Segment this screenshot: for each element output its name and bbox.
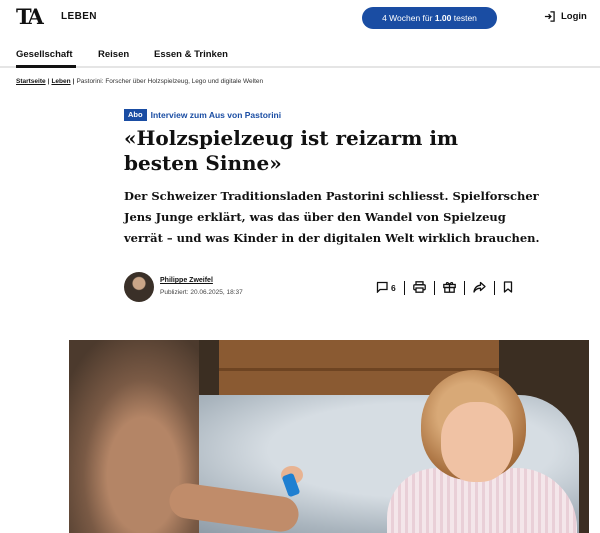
nav-active-indicator bbox=[16, 65, 76, 68]
section-label[interactable]: LEBEN bbox=[61, 11, 97, 22]
nav-item-gesellschaft[interactable]: Gesellschaft bbox=[16, 49, 73, 60]
nav-item-essen-trinken[interactable]: Essen & Trinken bbox=[154, 49, 228, 60]
gift-button[interactable] bbox=[435, 280, 464, 296]
breadcrumb-home[interactable]: Startseite bbox=[16, 78, 46, 85]
author-name[interactable]: Philippe Zweifel bbox=[160, 277, 213, 284]
comment-count: 6 bbox=[391, 283, 396, 293]
article-lead: Der Schweizer Traditionsladen Pastorini … bbox=[124, 189, 540, 245]
nav-item-reisen[interactable]: Reisen bbox=[98, 49, 129, 60]
cta-suffix: testen bbox=[451, 13, 477, 23]
comment-icon bbox=[376, 281, 388, 295]
article-actions: 6 bbox=[376, 280, 521, 296]
share-button[interactable] bbox=[465, 280, 494, 296]
breadcrumb-current: Pastorini: Forscher über Holzspielzeug, … bbox=[76, 78, 264, 85]
breadcrumb-separator: | bbox=[72, 78, 75, 85]
breadcrumb-section[interactable]: Leben bbox=[51, 78, 70, 85]
article-headline: «Holzspielzeug ist reizarm im besten Sin… bbox=[124, 126, 459, 175]
subscribe-button[interactable]: 4 Wochen für 1.00 testen bbox=[362, 7, 497, 29]
section-nav: Gesellschaft Reisen Essen & Trinken bbox=[0, 36, 600, 67]
login-label: Login bbox=[561, 11, 587, 22]
bookmark-button[interactable] bbox=[495, 280, 521, 296]
hero-child-face bbox=[441, 402, 513, 482]
author-avatar[interactable] bbox=[124, 272, 154, 302]
login-icon bbox=[544, 11, 555, 22]
nav-divider bbox=[0, 66, 600, 68]
cta-price: 1.00 bbox=[434, 13, 452, 23]
print-icon bbox=[412, 281, 426, 295]
kicker-text: Interview zum Aus von Pastorini bbox=[150, 110, 282, 120]
comments-button[interactable]: 6 bbox=[376, 280, 404, 296]
breadcrumb: Startseite | Leben | Pastorini: Forscher übe… bbox=[16, 78, 263, 85]
logo[interactable]: TA bbox=[16, 5, 44, 29]
hero-image bbox=[69, 340, 589, 533]
top-bar: TA LEBEN 4 Wochen für 1.00 testen Login bbox=[0, 0, 600, 36]
hero-plank bbox=[219, 368, 499, 371]
breadcrumb-separator: | bbox=[47, 78, 50, 85]
bookmark-icon bbox=[503, 281, 513, 295]
share-icon bbox=[473, 281, 486, 295]
publish-date: Publiziert: 20.06.2025, 18:37 bbox=[160, 289, 243, 296]
article-kicker: Abo Interview zum Aus von Pastorini bbox=[124, 109, 281, 121]
login-button[interactable]: Login bbox=[544, 11, 587, 22]
gift-icon bbox=[442, 281, 456, 295]
print-button[interactable] bbox=[405, 280, 434, 296]
cta-prefix: 4 Wochen für bbox=[382, 13, 435, 23]
abo-badge: Abo bbox=[124, 109, 147, 121]
